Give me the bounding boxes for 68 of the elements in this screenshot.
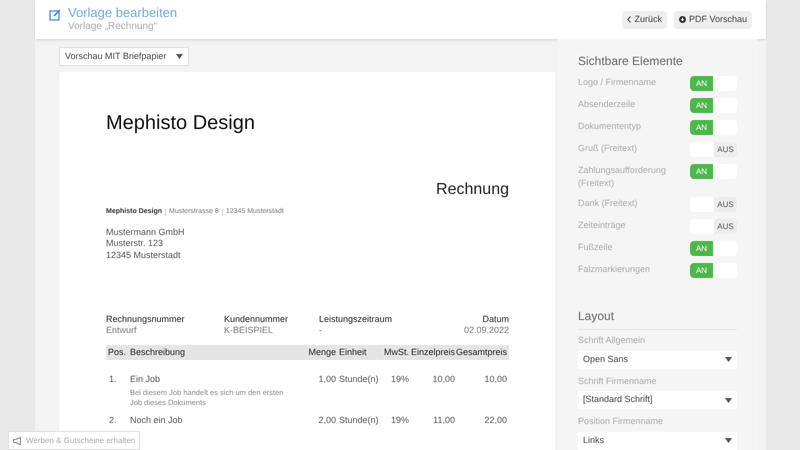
column-header: Einheit — [338, 346, 368, 359]
toggle-switch[interactable]: AUS — [690, 219, 737, 234]
caret-icon — [725, 398, 732, 402]
page-subtitle: Vorlage „Rechnung“ — [68, 21, 158, 34]
table-cell-text: Stunde(n) — [338, 373, 380, 386]
table-cell-text: Noch ein Job — [130, 414, 184, 426]
table-cell-text: 2. — [108, 414, 118, 426]
setting-label: Zeiteinträge — [578, 219, 627, 232]
setting-label: Falzmarkierungen — [578, 263, 652, 276]
setting-label: Dank (Freitext) — [578, 197, 639, 210]
recipient-address-line: 12345 Musterstadt — [106, 250, 182, 261]
megaphone-icon — [13, 436, 22, 444]
recipient-address-line: Musterstr. 123 — [106, 238, 164, 250]
document-type: Rechnung — [436, 180, 509, 200]
column-header: Menge — [307, 346, 336, 359]
table-cell-text: 1. — [108, 373, 118, 386]
setting-label: Dokumententyp — [578, 120, 642, 133]
company-name: Mephisto Design — [106, 111, 256, 136]
back-button[interactable]: Zurück — [622, 10, 667, 28]
table-cell-text: Stunde(n) — [338, 414, 380, 427]
pdf-preview-button[interactable]: PDF Vorschau — [674, 10, 752, 28]
meta-value: 02.09.2022 — [464, 325, 509, 336]
section-title: Sichtbare Elemente — [578, 53, 684, 70]
caret-icon — [176, 54, 184, 59]
font-select[interactable]: Links — [578, 432, 737, 450]
setting-label: Absenderzeile — [578, 98, 636, 111]
page-title: Vorlage bearbeiten — [68, 5, 178, 22]
column-header: MwSt. — [382, 346, 409, 359]
table-cell-text: 10,00 — [483, 373, 507, 386]
table-cell-text: 22,00 — [483, 414, 507, 426]
table-cell-text: 1,00 — [317, 373, 336, 386]
chevron-left-icon — [627, 16, 632, 23]
font-select[interactable]: [Standard Schrift] — [578, 391, 737, 409]
caret-icon — [725, 438, 732, 443]
column-header: Pos. — [108, 346, 128, 359]
edit-icon — [49, 9, 61, 21]
table-cell-text: 11,00 — [432, 414, 455, 426]
toggle-switch[interactable]: AUS — [690, 197, 737, 212]
setting-label: Logo / Firmenname — [578, 76, 658, 89]
meta-label: Datum — [482, 314, 509, 325]
field-label: Schrift Allgemein — [578, 334, 646, 347]
table-cell-text: 10,00 — [431, 373, 455, 386]
column-header: Einzelpreis — [410, 346, 455, 359]
table-cell-text: 19% — [390, 414, 409, 426]
table-cell-text: Ein Job — [130, 373, 162, 386]
table-cell-text: 2,00 — [317, 414, 336, 426]
download-circle-icon — [678, 16, 686, 23]
font-select[interactable]: Open Sans — [578, 350, 737, 368]
setting-label: Gruß (Freitext) — [578, 142, 638, 155]
section-title: Layout — [578, 307, 737, 330]
setting-label: Zahlungsaufforderung (Freitext) — [578, 164, 667, 190]
preview-select[interactable]: Vorschau MIT Briefpapier — [59, 47, 190, 66]
meta-label: Rechnungsnummer — [106, 314, 186, 325]
field-label: Schrift Firmenname — [578, 374, 658, 388]
caret-icon — [725, 357, 732, 362]
meta-value: K-BEISPIEL — [224, 325, 274, 336]
meta-value: Entwurf — [106, 325, 138, 336]
setting-label: Fußzeile — [578, 241, 614, 254]
meta-label: Leistungszeitraum — [319, 314, 394, 325]
meta-value: - — [319, 325, 323, 336]
recipient-address-line: Mustermann GmbH — [106, 226, 186, 238]
toggle-switch[interactable]: AUS — [690, 142, 737, 157]
field-label: Position Firmenname — [578, 415, 664, 428]
table-cell-text: 19% — [390, 373, 409, 386]
promo-text: Werben & Gutscheine erhalten — [26, 434, 136, 446]
column-header: Beschreibung — [130, 346, 186, 359]
meta-label: Kundennummer — [224, 314, 290, 325]
column-header: Gesamtpreis — [455, 346, 507, 359]
